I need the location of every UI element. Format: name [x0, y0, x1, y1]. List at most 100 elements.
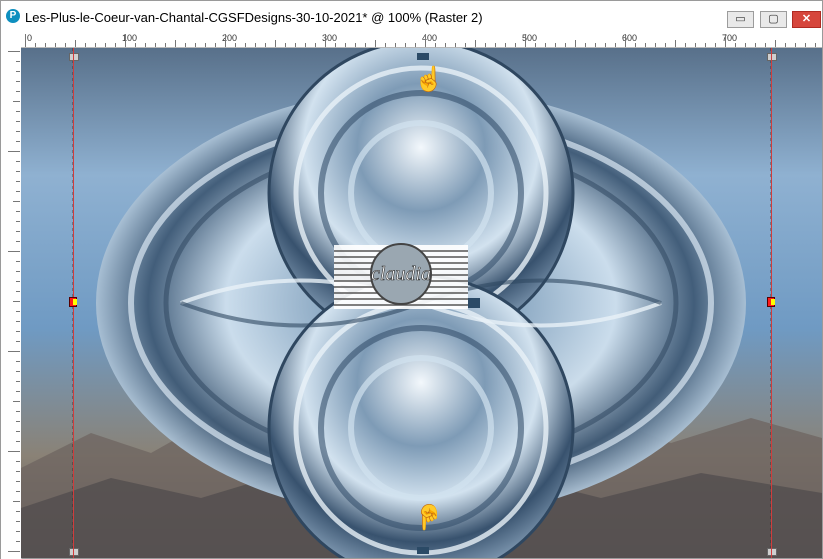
- ruler-tick: [25, 34, 26, 47]
- ruler-tick: [16, 431, 20, 432]
- ruler-tick: [195, 43, 196, 47]
- ruler-tick: [16, 471, 20, 472]
- ruler-tick: [16, 271, 20, 272]
- ruler-tick: [8, 551, 20, 552]
- ruler-tick: [765, 43, 766, 47]
- ruler-tick: [225, 34, 226, 47]
- ruler-tick: [16, 511, 20, 512]
- ruler-tick: [595, 43, 596, 47]
- ruler-tick: [475, 40, 476, 47]
- ruler-tick: [685, 43, 686, 47]
- ruler-tick: [585, 43, 586, 47]
- ruler-tick: [375, 40, 376, 47]
- ruler-tick: [465, 43, 466, 47]
- ruler-tick: [735, 43, 736, 47]
- maximize-button[interactable]: ▢: [760, 11, 787, 28]
- ruler-tick: [485, 43, 486, 47]
- ruler-tick: [8, 151, 20, 152]
- ruler-tick: [525, 34, 526, 47]
- ruler-corner: [1, 33, 21, 48]
- ruler-tick: [16, 81, 20, 82]
- horizontal-ruler[interactable]: 0 100 200 300 400 500 600 700: [21, 33, 822, 48]
- ruler-tick: [16, 191, 20, 192]
- ruler-tick: [625, 34, 626, 47]
- ruler-tick: [665, 43, 666, 47]
- transform-handle[interactable]: [69, 53, 79, 61]
- transform-handle[interactable]: [69, 548, 79, 556]
- ruler-tick: [16, 421, 20, 422]
- ruler-tick: [16, 181, 20, 182]
- ruler-tick: [545, 43, 546, 47]
- ruler-label: 0: [27, 33, 33, 43]
- ruler-tick: [13, 401, 20, 402]
- ruler-tick: [455, 43, 456, 47]
- ruler-tick: [16, 261, 20, 262]
- ruler-tick: [13, 201, 20, 202]
- ruler-tick: [16, 71, 20, 72]
- ruler-tick: [16, 341, 20, 342]
- ruler-tick: [175, 40, 176, 47]
- ruler-tick: [395, 43, 396, 47]
- pointing-hand-up-icon: ☝: [414, 503, 444, 530]
- title-bar[interactable]: P Les-Plus-le-Coeur-van-Chantal-CGSFDesi…: [1, 1, 822, 33]
- ruler-tick: [16, 61, 20, 62]
- ruler-tick: [695, 43, 696, 47]
- ruler-tick: [16, 291, 20, 292]
- ruler-tick: [16, 521, 20, 522]
- ruler-tick: [675, 40, 676, 47]
- ruler-tick: [215, 43, 216, 47]
- transform-handle[interactable]: [767, 548, 777, 556]
- ruler-tick: [16, 161, 20, 162]
- pointing-hand-down-icon: ☝: [414, 66, 444, 93]
- edge-marker-icon[interactable]: [767, 297, 775, 307]
- ruler-tick: [16, 361, 20, 362]
- ruler-tick: [16, 111, 20, 112]
- ruler-tick: [16, 381, 20, 382]
- image-canvas[interactable]: claudia ☝ ☝: [21, 48, 822, 558]
- ruler-tick: [335, 43, 336, 47]
- ruler-tick: [655, 43, 656, 47]
- ruler-tick: [105, 43, 106, 47]
- close-button[interactable]: ✕: [792, 11, 821, 28]
- ruler-tick: [285, 43, 286, 47]
- edge-marker-icon[interactable]: [69, 297, 77, 307]
- anchor-node[interactable]: [417, 547, 429, 554]
- ruler-tick: [16, 281, 20, 282]
- ruler-tick: [755, 43, 756, 47]
- ruler-tick: [16, 411, 20, 412]
- ruler-tick: [16, 121, 20, 122]
- ruler-tick: [16, 171, 20, 172]
- watermark-logo: claudia: [371, 263, 431, 285]
- ruler-tick: [125, 34, 126, 47]
- ruler-tick: [255, 43, 256, 47]
- ruler-tick: [515, 43, 516, 47]
- ruler-tick: [16, 231, 20, 232]
- ruler-tick: [415, 43, 416, 47]
- ruler-tick: [705, 43, 706, 47]
- ruler-tick: [13, 101, 20, 102]
- ruler-tick: [305, 43, 306, 47]
- vertical-ruler[interactable]: [1, 47, 22, 559]
- transform-handle[interactable]: [767, 53, 777, 61]
- ruler-tick: [16, 241, 20, 242]
- ruler-tick: [265, 43, 266, 47]
- ruler-tick: [165, 43, 166, 47]
- ruler-tick: [235, 43, 236, 47]
- ruler-tick: [16, 91, 20, 92]
- ruler-tick: [345, 43, 346, 47]
- ruler-tick: [495, 43, 496, 47]
- ruler-tick: [16, 211, 20, 212]
- ruler-tick: [615, 43, 616, 47]
- anchor-node[interactable]: [417, 53, 429, 60]
- ruler-tick: [16, 491, 20, 492]
- ruler-tick: [805, 43, 806, 47]
- ruler-tick: [355, 43, 356, 47]
- ruler-tick: [16, 321, 20, 322]
- ruler-tick: [565, 43, 566, 47]
- anchor-node[interactable]: [468, 298, 480, 308]
- minimize-button[interactable]: ▭: [727, 11, 754, 28]
- ruler-tick: [405, 43, 406, 47]
- image-window: P Les-Plus-le-Coeur-van-Chantal-CGSFDesi…: [0, 0, 823, 559]
- ruler-tick: [16, 541, 20, 542]
- ruler-tick: [13, 501, 20, 502]
